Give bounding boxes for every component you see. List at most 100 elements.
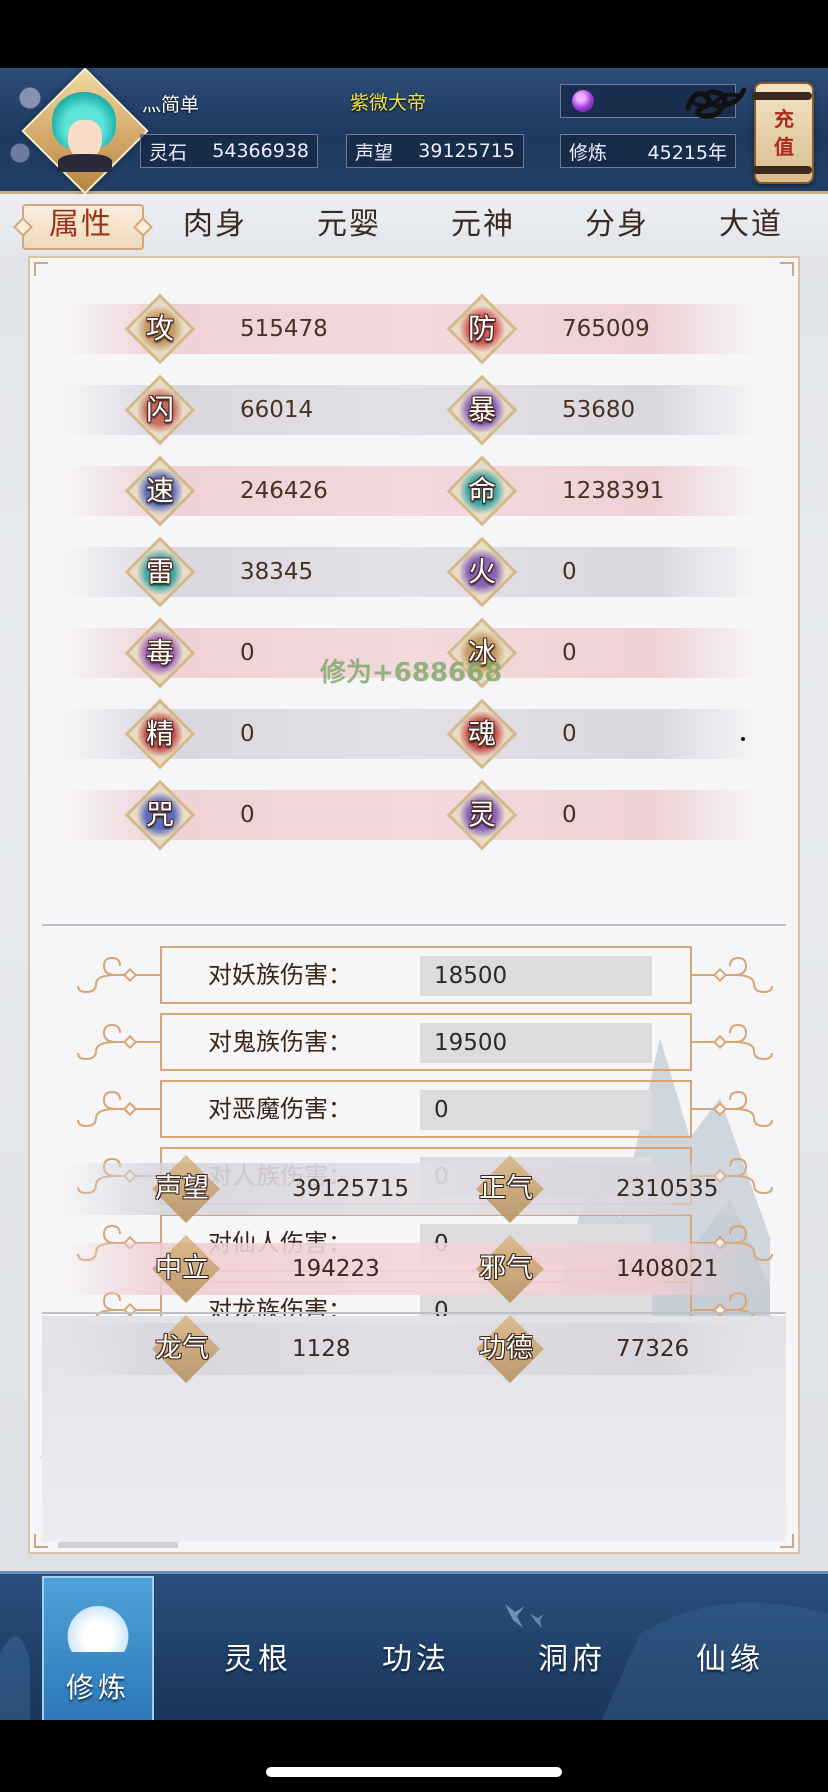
tab-great-dao[interactable]: 大道 (696, 202, 806, 248)
damage-value: 0 (420, 1090, 652, 1130)
attributes-panel: 攻 515478 防 765009 闪 66014 暴 53680 速 246426 命 123839… (28, 256, 800, 1554)
reputation-row: 声望 39125715 正气 2310535 (30, 1155, 802, 1223)
player-header: 灬简单 紫微大帝 灵石 54366938 声望 39125715 修炼 4521… (0, 68, 828, 195)
damage-bonus-row: 对鬼族伤害： 19500 (70, 1005, 773, 1071)
cultivation-stat: 修炼 45215年 (560, 134, 736, 168)
attribute-value: 246426 (240, 478, 328, 504)
damage-value: 19500 (420, 1023, 652, 1063)
attribute-label: 防 (467, 312, 496, 345)
nav-immortal-fate[interactable]: 仙缘 (670, 1634, 790, 1678)
scroll-ornament-icon (76, 952, 160, 998)
reputation-value: 77326 (616, 1336, 690, 1362)
damage-label: 对妖族伤害： (208, 961, 352, 989)
reputation-label: 中立 (155, 1253, 209, 1284)
attribute-value: 515478 (240, 316, 328, 342)
attribute-value: 0 (240, 802, 255, 828)
cultivation-gain-popup: 修为+688668 (320, 658, 503, 688)
avatar[interactable] (48, 92, 120, 172)
attribute-row: 精 0 魂 0 (30, 698, 802, 770)
damage-value: 18500 (420, 956, 652, 996)
scroll-ornament-icon (76, 1019, 160, 1065)
nav-spirit-root[interactable]: 灵根 (198, 1634, 318, 1678)
attribute-label: 魂 (467, 717, 496, 750)
cultivation-emblem-icon (64, 1600, 132, 1652)
attribute-value: 0 (240, 640, 255, 666)
attribute-value: 1238391 (562, 478, 665, 504)
attribute-label: 毒 (145, 636, 174, 669)
attribute-label: 闪 (145, 393, 174, 426)
tab-nascent-soul[interactable]: 元婴 (294, 202, 404, 248)
attribute-row: 速 246426 命 1238391 (30, 455, 802, 527)
bottom-navigation: 修炼 灵根 功法 洞府 仙缘 (0, 1571, 828, 1720)
reputation-label: 龙气 (155, 1333, 209, 1364)
attribute-label: 火 (467, 555, 496, 588)
purple-gem-icon (572, 90, 594, 112)
reputation-label: 功德 (479, 1333, 533, 1364)
attribute-label: 速 (145, 474, 174, 507)
recharge-button[interactable]: 充 值 (752, 82, 814, 184)
reputation-stat: 声望 39125715 (346, 134, 524, 168)
attribute-label: 灵 (467, 798, 496, 831)
damage-label: 对恶魔伤害： (208, 1095, 352, 1123)
stat-value: 39125715 (418, 140, 515, 162)
nav-techniques[interactable]: 功法 (356, 1634, 476, 1678)
damage-bonus-row: 对恶魔伤害： 0 (70, 1072, 773, 1138)
stat-label: 声望 (355, 141, 394, 164)
recharge-label-1: 充 (774, 107, 794, 131)
reputation-row: 龙气 1128 功德 77326 (30, 1315, 802, 1383)
attribute-row: 闪 66014 暴 53680 (30, 374, 802, 446)
damage-bonus-row: 对妖族伤害： 18500 (70, 938, 773, 1004)
attribute-value: 0 (562, 559, 577, 585)
player-title: 紫微大帝 (350, 92, 427, 114)
stray-dot (741, 737, 745, 741)
scroll-ornament-icon (690, 952, 774, 998)
reputation-label: 正气 (479, 1173, 533, 1204)
attribute-value: 765009 (562, 316, 650, 342)
attribute-label: 雷 (145, 555, 174, 588)
tab-primordial-spirit[interactable]: 元神 (428, 202, 538, 248)
scribble-mark-icon (685, 87, 746, 119)
attribute-row: 雷 38345 火 0 (30, 536, 802, 608)
attribute-value: 0 (240, 721, 255, 747)
attribute-row: 攻 515478 防 765009 (30, 293, 802, 365)
stat-value: 45215年 (647, 141, 727, 164)
nav-cave-dwelling[interactable]: 洞府 (512, 1634, 632, 1678)
attribute-value: 66014 (240, 397, 314, 423)
system-bar (0, 1720, 828, 1792)
attribute-value: 0 (562, 721, 577, 747)
tab-body[interactable]: 肉身 (160, 202, 270, 248)
stat-label: 灵石 (149, 141, 188, 164)
section-divider (42, 1312, 786, 1314)
spirit-stone-stat: 灵石 54366938 (140, 134, 318, 168)
player-name: 灬简单 (142, 94, 200, 116)
recharge-label-2: 值 (774, 135, 794, 159)
reputation-value: 194223 (292, 1256, 380, 1282)
reputation-value: 1408021 (616, 1256, 719, 1282)
section-divider (42, 924, 786, 926)
scroll-ornament-icon (690, 1019, 774, 1065)
reputation-label: 邪气 (479, 1253, 533, 1284)
tab-attributes[interactable]: 属性 (26, 202, 136, 248)
nav-cultivation[interactable]: 修炼 (40, 1666, 156, 1706)
tab-clone[interactable]: 分身 (562, 202, 672, 248)
reputation-value: 1128 (292, 1336, 351, 1362)
reputation-value: 2310535 (616, 1176, 719, 1202)
attribute-label: 命 (467, 474, 496, 507)
scroll-ornament-icon (76, 1086, 160, 1132)
attribute-value: 38345 (240, 559, 314, 585)
scroll-ornament-icon (690, 1086, 774, 1132)
tab-bar: 属性 肉身 元婴 元神 分身 大道 (0, 194, 828, 256)
reputation-label: 声望 (155, 1173, 209, 1204)
stat-value: 54366938 (212, 140, 309, 162)
game-screen: 灬简单 紫微大帝 灵石 54366938 声望 39125715 修炼 4521… (0, 68, 828, 1720)
attribute-row: 咒 0 灵 0 (30, 779, 802, 851)
attribute-label: 精 (145, 717, 174, 750)
damage-label: 对鬼族伤害： (208, 1028, 352, 1056)
home-indicator[interactable] (266, 1767, 562, 1777)
attribute-label: 暴 (467, 393, 496, 426)
stat-label: 修炼 (569, 141, 608, 164)
attribute-value: 0 (562, 640, 577, 666)
reputation-row: 中立 194223 邪气 1408021 (30, 1235, 802, 1303)
attribute-label: 咒 (145, 798, 174, 831)
reputation-value: 39125715 (292, 1176, 410, 1202)
